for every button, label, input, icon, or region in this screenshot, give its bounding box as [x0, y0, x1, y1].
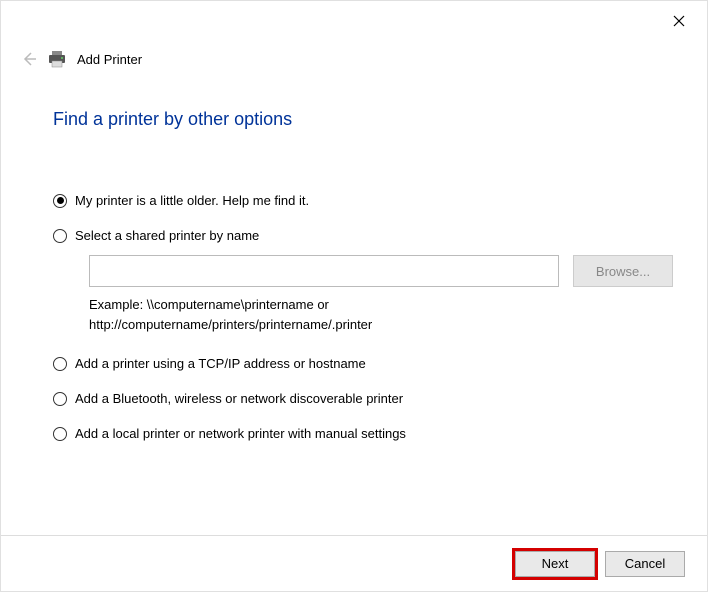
options-group: My printer is a little older. Help me fi…: [53, 193, 677, 461]
option-older-printer[interactable]: My printer is a little older. Help me fi…: [53, 193, 677, 208]
shared-printer-input[interactable]: [89, 255, 559, 287]
dialog-footer: Next Cancel: [1, 535, 707, 591]
radio-icon: [53, 229, 67, 243]
option-local[interactable]: Add a local printer or network printer w…: [53, 426, 677, 441]
radio-icon: [53, 392, 67, 406]
radio-icon: [53, 357, 67, 371]
close-button[interactable]: [665, 9, 693, 33]
radio-icon: [53, 194, 67, 208]
cancel-button[interactable]: Cancel: [605, 551, 685, 577]
radio-label: Add a local printer or network printer w…: [75, 426, 406, 441]
radio-label: Add a printer using a TCP/IP address or …: [75, 356, 366, 371]
wizard-header: Add Printer: [21, 49, 687, 69]
radio-label: Select a shared printer by name: [75, 228, 259, 243]
option-tcpip[interactable]: Add a printer using a TCP/IP address or …: [53, 356, 677, 371]
option-shared-printer[interactable]: Select a shared printer by name: [53, 228, 677, 243]
printer-icon: [47, 49, 67, 69]
shared-example-text: Example: \\computername\printername or h…: [89, 295, 559, 334]
radio-label: Add a Bluetooth, wireless or network dis…: [75, 391, 403, 406]
back-arrow-icon[interactable]: [21, 51, 37, 67]
close-icon: [673, 15, 685, 27]
browse-button[interactable]: Browse...: [573, 255, 673, 287]
next-button[interactable]: Next: [515, 551, 595, 577]
radio-label: My printer is a little older. Help me fi…: [75, 193, 309, 208]
page-heading: Find a printer by other options: [53, 109, 292, 130]
option-bluetooth[interactable]: Add a Bluetooth, wireless or network dis…: [53, 391, 677, 406]
wizard-title: Add Printer: [77, 52, 142, 67]
radio-icon: [53, 427, 67, 441]
